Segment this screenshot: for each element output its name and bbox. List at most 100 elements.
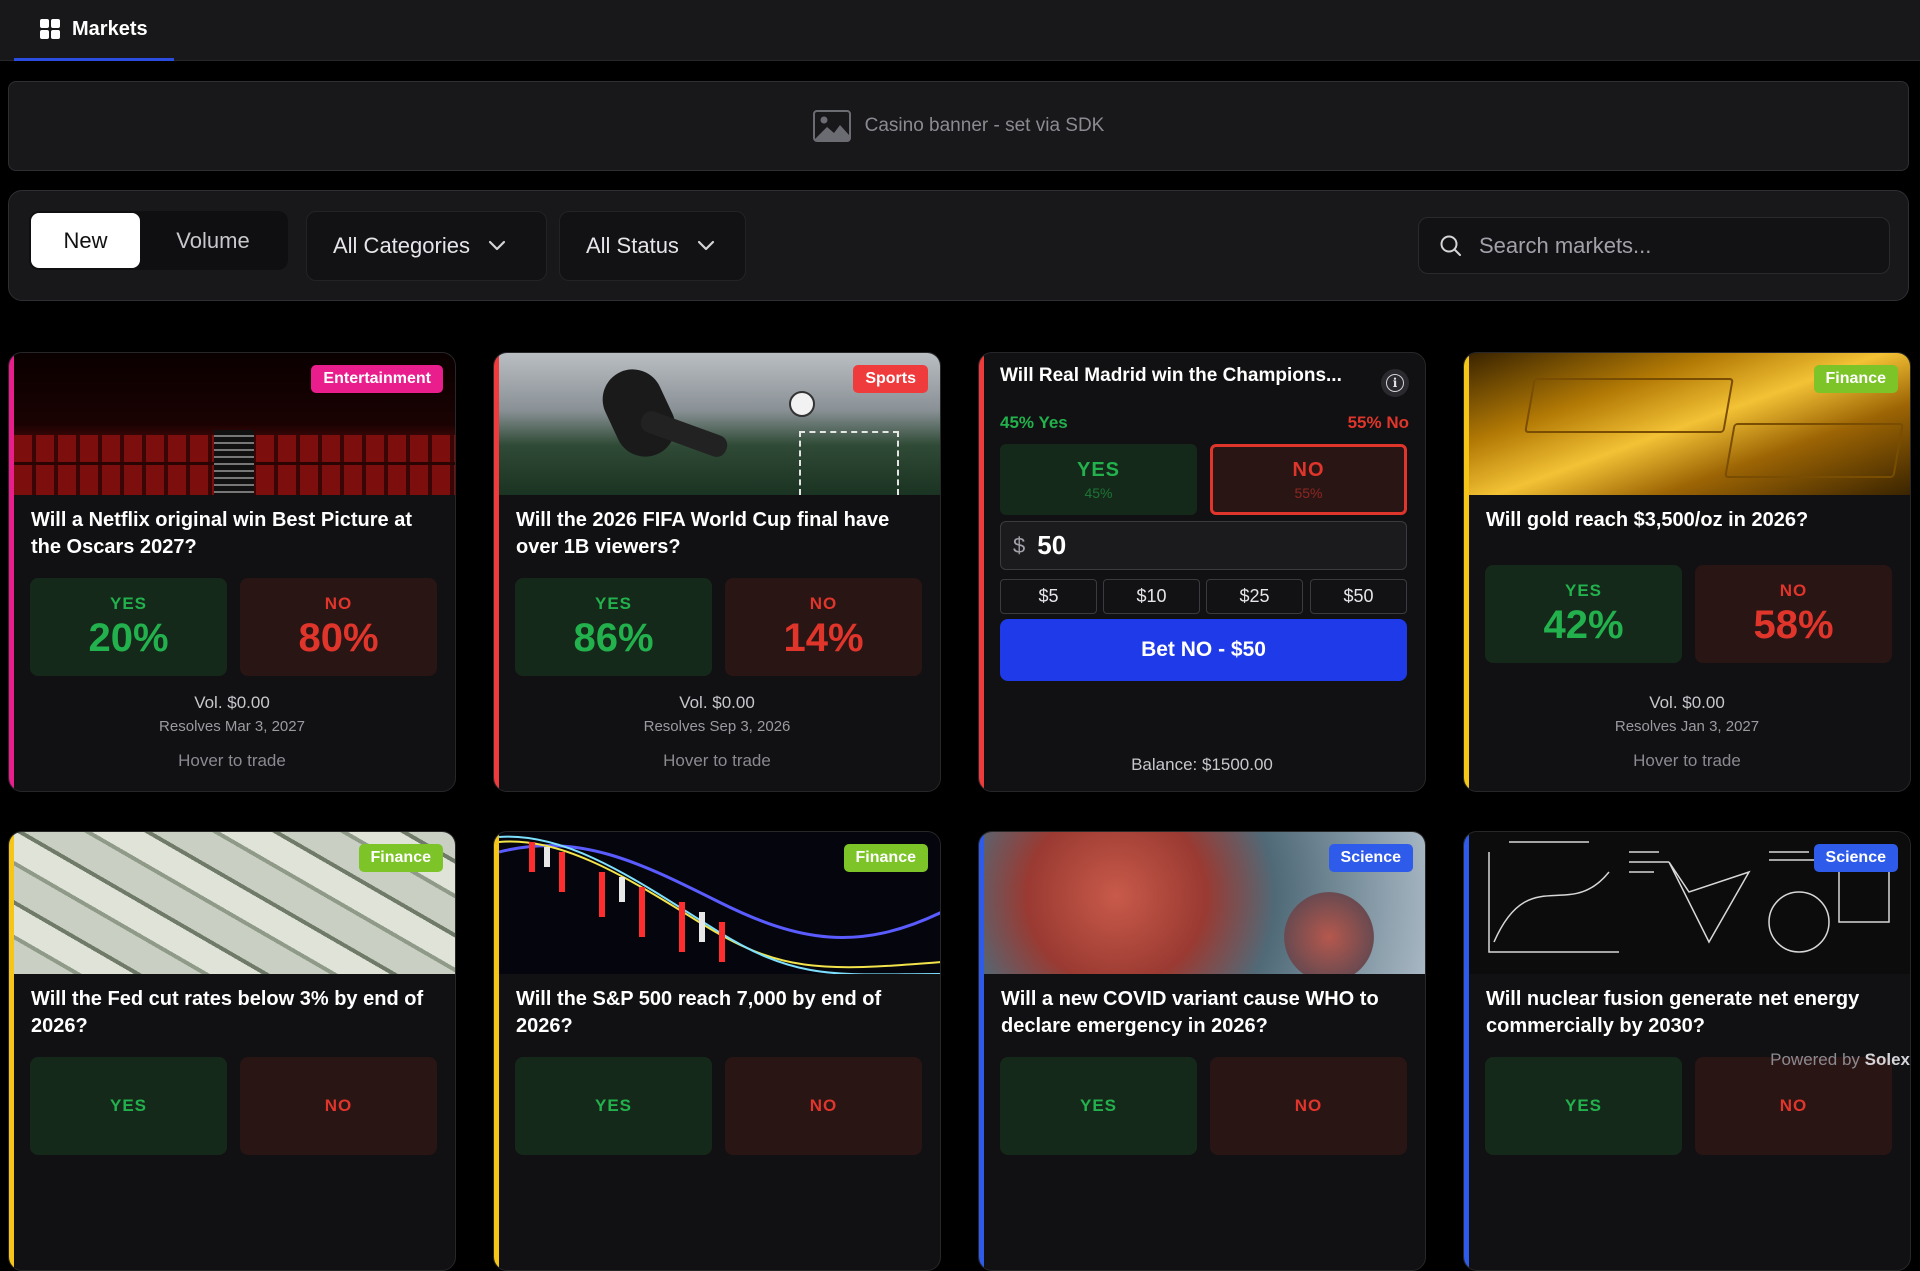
yes-button[interactable]: YES [515,1057,712,1155]
currency-symbol: $ [1013,532,1026,558]
casino-banner: Casino banner - set via SDK [8,81,1909,171]
yes-summary: 45% Yes [1000,413,1068,432]
no-label: NO [1292,458,1325,481]
market-question: Will nuclear fusion generate net energy … [1486,988,1860,1037]
bet-button[interactable]: Bet NO - $50 [1000,619,1407,681]
yes-label: YES [1564,1096,1603,1115]
yes-button[interactable]: YES [30,1057,227,1155]
yes-label: YES [109,1096,148,1115]
category-badge: Sports [853,365,928,393]
yes-label: YES [594,1096,633,1115]
yes-button[interactable]: YES 86% [515,578,712,676]
market-question: Will the 2026 FIFA World Cup final have … [516,509,890,558]
yes-percent: 42% [1543,602,1624,647]
no-label: NO [324,593,353,613]
trade-card[interactable]: Will Real Madrid win the Champions... i … [978,352,1426,792]
category-dropdown-label: All Categories [333,233,470,258]
no-label: NO [1294,1096,1323,1115]
no-label: NO [324,1096,353,1115]
market-question: Will gold reach $3,500/oz in 2026? [1486,509,1809,531]
no-button[interactable]: NO 80% [240,578,437,676]
search-box [1418,217,1890,274]
no-button[interactable]: NO [1695,1057,1892,1155]
yes-button[interactable]: YES 45% [1000,444,1197,515]
search-input[interactable] [1479,232,1879,259]
grid-icon [40,19,60,39]
hover-hint: Hover to trade [1633,751,1741,770]
quick-amount-button[interactable]: $25 [1206,579,1303,614]
market-card[interactable]: Finance Will the Fed cut rates below 3% … [8,831,456,1271]
no-button[interactable]: NO 55% [1210,444,1407,515]
tab-markets[interactable]: Markets [14,0,174,61]
tab-markets-label: Markets [72,17,148,40]
category-badge: Finance [358,844,443,872]
market-question: Will a Netflix original win Best Picture… [31,509,413,558]
chevron-down-icon [488,240,506,251]
no-button[interactable]: NO [725,1057,922,1155]
volume-text: Vol. $0.00 [679,693,755,712]
yes-label: YES [594,593,633,613]
yes-percent: 86% [573,615,654,660]
quick-amount-button[interactable]: $5 [1000,579,1097,614]
status-dropdown-label: All Status [586,233,679,258]
hover-hint: Hover to trade [178,751,286,770]
no-percent: 58% [1753,602,1834,647]
info-icon[interactable]: i [1381,369,1409,397]
image-icon [812,110,851,142]
market-card[interactable]: Finance Will the S&P 500 reach 7,000 by … [493,831,941,1271]
yes-label: YES [109,593,148,613]
yes-button[interactable]: YES [1485,1057,1682,1155]
amount-input[interactable] [1037,530,1338,561]
card-accent [979,353,984,791]
powered-brand[interactable]: Solex [1865,1050,1910,1069]
no-button[interactable]: NO [1210,1057,1407,1155]
category-dropdown[interactable]: All Categories [306,211,547,281]
category-badge: Finance [1813,365,1898,393]
amount-field: $ [1000,521,1407,570]
banner-text: Casino banner - set via SDK [864,115,1105,136]
market-card[interactable]: Finance Will gold reach $3,500/oz in 202… [1463,352,1911,792]
no-percent: 14% [783,615,864,660]
top-nav: Markets [0,0,1920,61]
no-summary: 55% No [1347,413,1409,432]
market-question: Will a new COVID variant cause WHO to de… [1001,988,1379,1037]
yes-button[interactable]: YES 42% [1485,565,1682,663]
search-icon [1440,235,1461,256]
no-percent: 80% [298,615,379,660]
no-sub: 55% [1294,484,1323,501]
market-question: Will the S&P 500 reach 7,000 by end of 2… [516,988,882,1037]
resolve-date: Resolves Jan 3, 2027 [1614,718,1760,735]
sort-toggle: New Volume [29,211,288,270]
resolve-date: Resolves Sep 3, 2026 [643,718,791,735]
yes-label: YES [1564,580,1603,600]
status-dropdown[interactable]: All Status [559,211,746,281]
yes-button[interactable]: YES 20% [30,578,227,676]
category-badge: Finance [843,844,928,872]
quick-amount-button[interactable]: $50 [1310,579,1407,614]
no-button[interactable]: NO [240,1057,437,1155]
no-label: NO [1779,1096,1808,1115]
sort-volume-button[interactable]: Volume [140,213,286,268]
no-label: NO [1779,580,1808,600]
volume-text: Vol. $0.00 [1649,693,1725,712]
sort-new-button[interactable]: New [31,213,140,268]
filter-bar: New Volume All Categories All Status [8,190,1909,301]
no-button[interactable]: NO 14% [725,578,922,676]
hover-hint: Hover to trade [663,751,771,770]
yes-percent: 20% [88,615,169,660]
yes-sub: 45% [1084,484,1113,501]
category-badge: Entertainment [311,365,443,393]
no-button[interactable]: NO 58% [1695,565,1892,663]
yes-button[interactable]: YES [1000,1057,1197,1155]
market-card[interactable]: Sports Will the 2026 FIFA World Cup fina… [493,352,941,792]
market-card[interactable]: Science Will a new COVID variant cause W… [978,831,1426,1271]
market-question: Will Real Madrid win the Champions... [1000,365,1342,386]
quick-amount-button[interactable]: $10 [1103,579,1200,614]
balance-text: Balance: $1500.00 [1131,755,1273,774]
category-badge: Science [1813,844,1898,872]
powered-by: Powered by Solex [1770,1050,1910,1070]
market-card[interactable]: Entertainment Will a Netflix original wi… [8,352,456,792]
yes-label: YES [1079,1096,1118,1115]
yes-label: YES [1076,458,1121,481]
no-label: NO [809,1096,838,1115]
